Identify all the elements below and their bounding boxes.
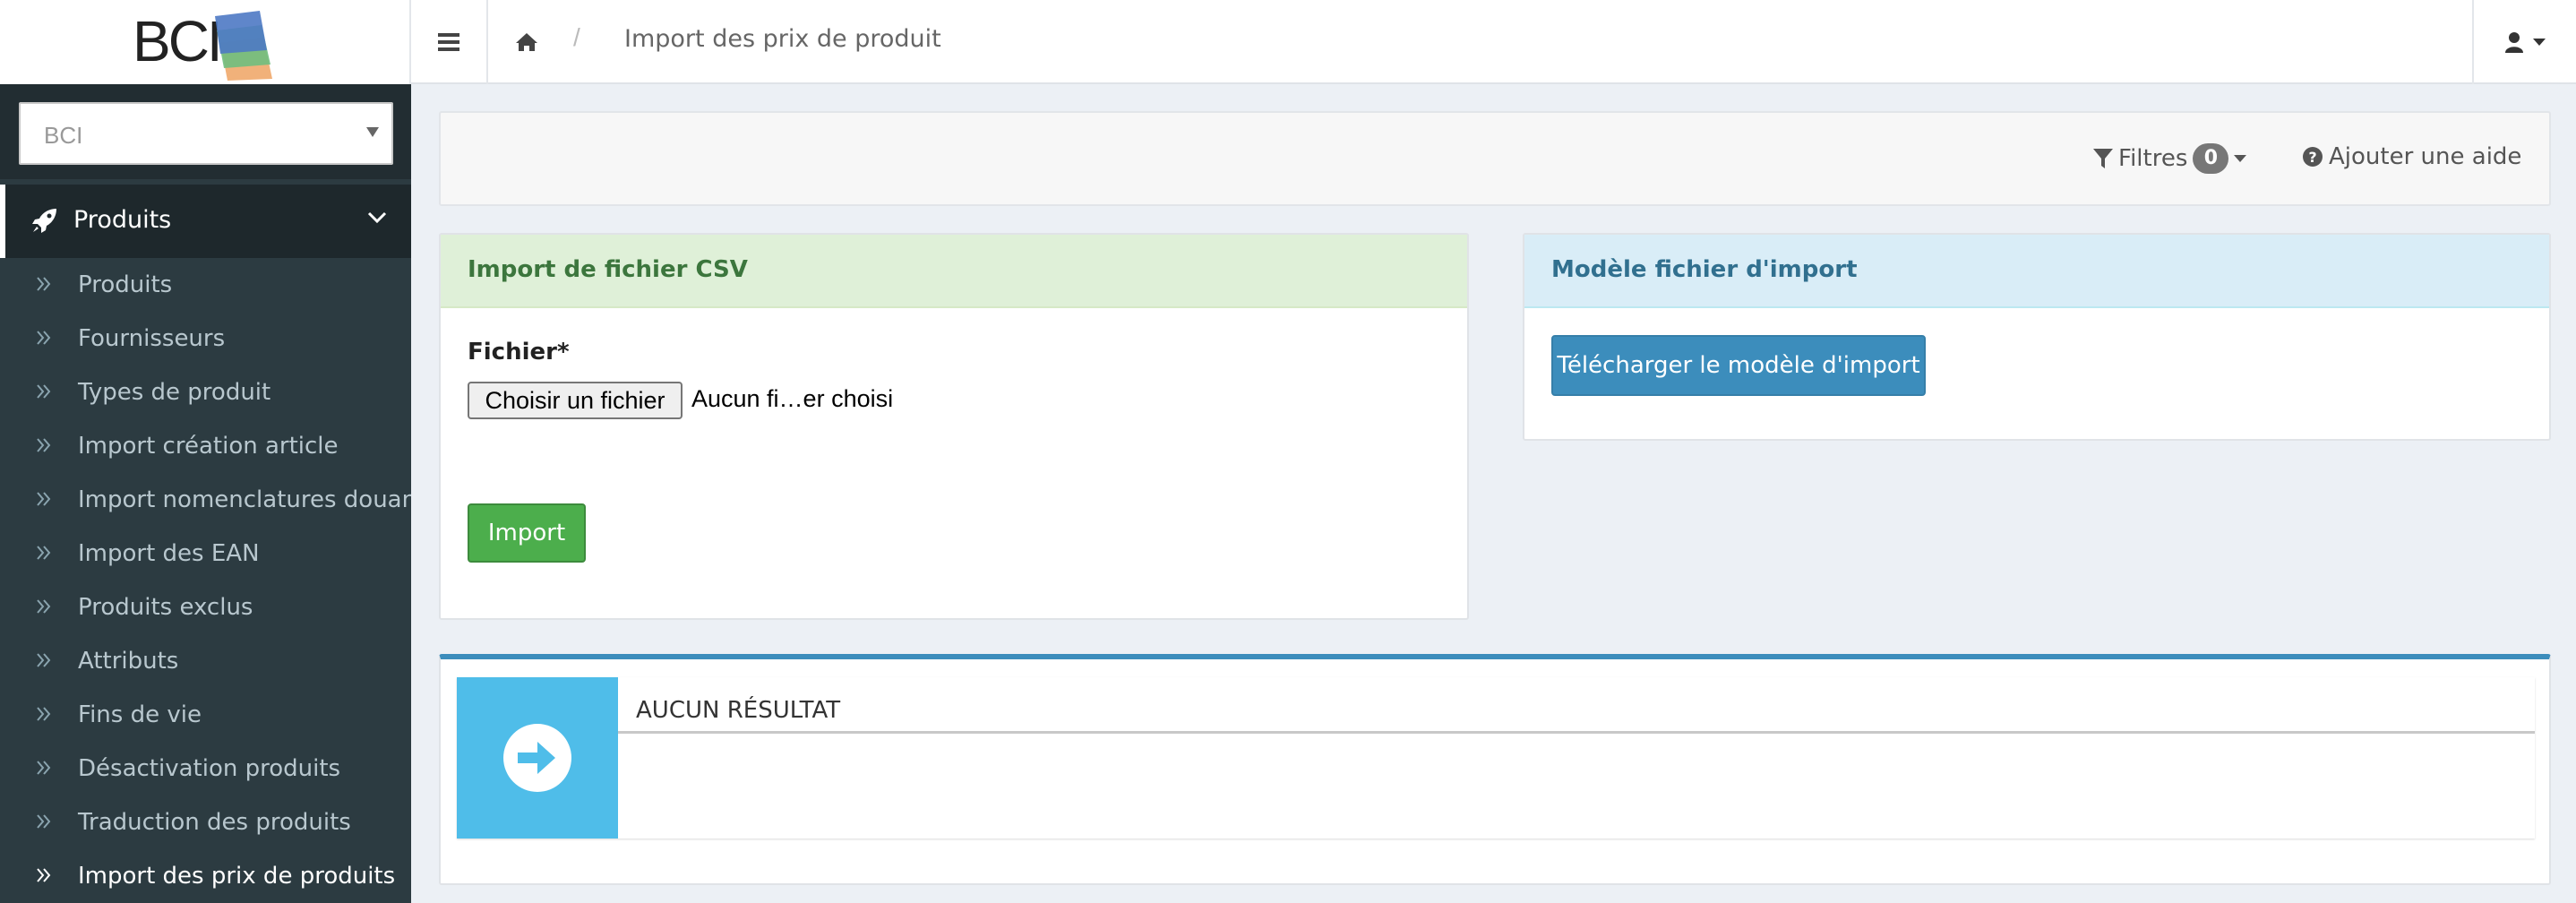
sidebar-item-label: Attributs xyxy=(78,648,179,675)
template-panel-title: Modèle fichier d'import xyxy=(1524,235,2549,308)
sidebar-group-produits[interactable]: Produits xyxy=(0,185,411,258)
sidebar-item[interactable]: Import création article xyxy=(0,419,411,473)
double-chevron-right-icon xyxy=(37,492,51,506)
rocket-icon xyxy=(32,209,56,233)
filters-label: Filtres xyxy=(2118,145,2188,172)
progress-divider xyxy=(618,731,2535,734)
sidebar-item[interactable]: Attributs xyxy=(0,634,411,688)
sidebar-item[interactable]: Import des EAN xyxy=(0,527,411,580)
company-select-area: BCI xyxy=(0,84,411,179)
filters-count-badge: 0 xyxy=(2193,143,2229,174)
double-chevron-right-icon xyxy=(37,331,51,345)
csv-panel-title: Import de fichier CSV xyxy=(441,235,1467,308)
sidebar-item[interactable]: Types de produit xyxy=(0,366,411,419)
top-navbar: BCI / Import des prix de produit xyxy=(0,0,2576,84)
double-chevron-right-icon xyxy=(37,438,51,452)
double-chevron-right-icon xyxy=(37,277,51,291)
file-field-label: Fichier* xyxy=(468,339,570,366)
caret-down-icon xyxy=(2533,39,2546,46)
info-box-icon-area xyxy=(457,677,618,838)
question-circle-icon: ? xyxy=(2303,147,2323,167)
sidebar-toggle-button[interactable] xyxy=(411,0,488,84)
double-chevron-right-icon xyxy=(37,868,51,882)
logo[interactable]: BCI xyxy=(0,0,411,84)
no-result-text: AUCUN RÉSULTAT xyxy=(636,697,841,724)
home-icon xyxy=(516,33,537,51)
sidebar-item-label: Import création article xyxy=(78,433,339,460)
sidebar-item-label: Fins de vie xyxy=(78,701,202,728)
sidebar-item[interactable]: Produits xyxy=(0,258,411,312)
sidebar-item[interactable]: Produits exclus xyxy=(0,580,411,634)
sidebar-item-label: Fournisseurs xyxy=(78,325,226,352)
company-select[interactable]: BCI xyxy=(19,102,393,165)
sidebar-item-label: Types de produit xyxy=(78,379,271,406)
sidebar-item-label: Produits exclus xyxy=(78,594,253,621)
sidebar-item[interactable]: Import nomenclatures douanières xyxy=(0,473,411,527)
choose-file-button[interactable]: Choisir un fichier xyxy=(468,382,683,419)
breadcrumb-current: Import des prix de produit xyxy=(624,25,941,53)
filter-toolbar: Filtres 0 ? Ajouter une aide xyxy=(439,111,2551,206)
double-chevron-right-icon xyxy=(37,761,51,775)
sidebar-item-label: Traduction des produits xyxy=(78,809,351,836)
info-box: AUCUN RÉSULTAT xyxy=(457,677,2535,838)
home-link[interactable] xyxy=(488,0,565,84)
filter-icon xyxy=(2093,149,2113,168)
import-template-panel: Modèle fichier d'import Télécharger le m… xyxy=(1523,233,2551,441)
sidebar-item-label: Import des EAN xyxy=(78,540,260,567)
user-icon xyxy=(2505,32,2523,53)
csv-import-panel: Import de fichier CSV Fichier* Choisir u… xyxy=(439,233,1469,620)
double-chevron-right-icon xyxy=(37,653,51,667)
sidebar-item[interactable]: Fins de vie xyxy=(0,688,411,742)
download-template-button[interactable]: Télécharger le modèle d'import xyxy=(1551,335,1926,396)
sidebar-item[interactable]: Import des prix de produits xyxy=(0,849,411,903)
double-chevron-right-icon xyxy=(37,814,51,829)
file-status-text: Aucun fi…er choisi xyxy=(691,385,894,412)
sidebar-item-label: Import nomenclatures douanières xyxy=(78,486,411,513)
chevron-down-icon xyxy=(367,211,387,224)
breadcrumb-separator: / xyxy=(573,23,580,51)
double-chevron-right-icon xyxy=(37,599,51,614)
double-chevron-right-icon xyxy=(37,546,51,560)
sidebar-item-label: Désactivation produits xyxy=(78,755,341,782)
logo-mark-icon xyxy=(215,11,272,81)
filters-button[interactable]: Filtres 0 xyxy=(2093,143,2247,174)
add-help-label: Ajouter une aide xyxy=(2329,143,2522,170)
results-box: AUCUN RÉSULTAT xyxy=(439,654,2551,885)
arrow-circle-right-icon xyxy=(503,724,571,792)
user-menu-button[interactable] xyxy=(2472,0,2576,84)
import-button[interactable]: Import xyxy=(468,503,586,563)
svg-text:?: ? xyxy=(2308,149,2316,166)
caret-down-icon xyxy=(2234,155,2247,162)
sidebar-item[interactable]: Traduction des produits xyxy=(0,796,411,849)
hamburger-icon xyxy=(438,33,459,51)
sidebar-item-label: Produits xyxy=(78,271,173,298)
sidebar: BCI Produits Produits Fournisseurs Types d… xyxy=(0,84,411,903)
sidebar-item[interactable]: Fournisseurs xyxy=(0,312,411,366)
add-help-button[interactable]: ? Ajouter une aide xyxy=(2302,143,2521,170)
sidebar-item[interactable]: Désactivation produits xyxy=(0,742,411,796)
select-caret-icon xyxy=(366,127,379,137)
company-select-value: BCI xyxy=(44,122,83,149)
double-chevron-right-icon xyxy=(37,707,51,721)
sidebar-item-label: Import des prix de produits xyxy=(78,863,396,890)
sidebar-menu: Produits Fournisseurs Types de produit Impo… xyxy=(0,258,411,903)
double-chevron-right-icon xyxy=(37,384,51,399)
sidebar-group-label: Produits xyxy=(73,206,172,234)
